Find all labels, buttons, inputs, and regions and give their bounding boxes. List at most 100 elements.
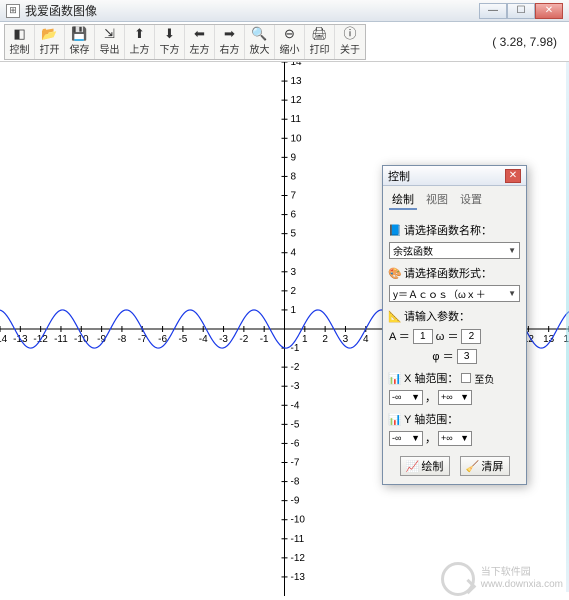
xrange-checkbox[interactable] xyxy=(461,373,471,383)
打开-icon: 📂 xyxy=(41,27,57,40)
clear-icon: 🧹 xyxy=(466,460,480,473)
tool-下方[interactable]: ⬇下方 xyxy=(155,25,185,59)
tool-保存[interactable]: 💾保存 xyxy=(65,25,95,59)
关于-icon: ⓘ xyxy=(343,27,356,40)
toolbar: ◧控制📂打开💾保存⇲导出⬆上方⬇下方⬅左方➡右方🔍放大⊖缩小🖨打印ⓘ关于 ( 3… xyxy=(0,22,569,62)
保存-icon: 💾 xyxy=(71,27,87,40)
tab-view[interactable]: 视图 xyxy=(423,190,451,210)
param-a-label: A ＝ xyxy=(389,328,410,344)
tool-右方[interactable]: ➡右方 xyxy=(215,25,245,59)
缩小-icon: ⊖ xyxy=(284,27,295,40)
maximize-button[interactable]: ☐ xyxy=(507,3,535,19)
paint-icon: 🎨 xyxy=(389,267,401,279)
param-phi-label: φ ＝ xyxy=(432,348,453,364)
放大-icon: 🔍 xyxy=(251,27,267,40)
svg-text:-12: -12 xyxy=(291,553,306,564)
control-panel: 控制 ✕ 绘制 视图 设置 📘请选择函数名称： 余弦函数▼ 🎨请选择函数形式： … xyxy=(382,165,527,485)
xrange-icon: 📊 xyxy=(389,372,401,384)
window-title: 我爱函数图像 xyxy=(25,2,479,19)
panel-title: 控制 xyxy=(388,168,505,184)
clear-button[interactable]: 🧹清屏 xyxy=(460,456,510,476)
svg-text:5: 5 xyxy=(291,229,297,240)
tool-控制[interactable]: ◧控制 xyxy=(5,25,35,59)
控制-icon: ◧ xyxy=(13,27,25,40)
tool-关于[interactable]: ⓘ关于 xyxy=(335,25,365,59)
svg-text:-11: -11 xyxy=(54,334,68,345)
svg-text:-2: -2 xyxy=(239,334,248,345)
tool-label: 右方 xyxy=(220,41,240,56)
tool-打印[interactable]: 🖨打印 xyxy=(305,25,335,59)
svg-text:-4: -4 xyxy=(199,334,208,345)
svg-text:-10: -10 xyxy=(291,515,306,526)
svg-text:3: 3 xyxy=(343,334,349,345)
func-form-select[interactable]: y＝Ａｃｏｓ（ωｘ＋▼ xyxy=(389,285,520,302)
x-range-label: X 轴范围： xyxy=(404,370,458,386)
tool-上方[interactable]: ⬆上方 xyxy=(125,25,155,59)
svg-text:-13: -13 xyxy=(291,572,306,583)
tool-打开[interactable]: 📂打开 xyxy=(35,25,65,59)
panel-close-button[interactable]: ✕ xyxy=(505,169,521,183)
title-bar: ⊞ 我爱函数图像 — ☐ ✕ xyxy=(0,0,569,22)
svg-text:-2: -2 xyxy=(291,362,300,373)
svg-text:-9: -9 xyxy=(291,496,300,507)
tool-label: 控制 xyxy=(10,41,30,56)
param-a-input[interactable] xyxy=(413,329,433,344)
func-name-select[interactable]: 余弦函数▼ xyxy=(389,242,520,259)
svg-text:-8: -8 xyxy=(291,477,300,488)
watermark-url: www.downxia.com xyxy=(481,579,563,591)
cursor-coords: ( 3.28, 7.98) xyxy=(492,35,565,49)
svg-text:1: 1 xyxy=(302,334,308,345)
y-to-select[interactable]: +∞▼ xyxy=(438,431,472,446)
y-range-label: Y 轴范围： xyxy=(404,411,458,427)
tool-label: 放大 xyxy=(250,41,270,56)
svg-text:4: 4 xyxy=(291,248,297,259)
yrange-icon: 📊 xyxy=(389,413,401,425)
svg-text:-3: -3 xyxy=(219,334,228,345)
svg-text:-7: -7 xyxy=(291,458,300,469)
tab-settings[interactable]: 设置 xyxy=(457,190,485,210)
watermark-logo xyxy=(441,562,475,596)
book-icon: 📘 xyxy=(389,224,401,236)
tool-label: 保存 xyxy=(70,41,90,56)
右方-icon: ➡ xyxy=(224,27,235,40)
svg-text:-3: -3 xyxy=(291,381,300,392)
svg-text:-4: -4 xyxy=(291,400,300,411)
draw-icon: 📈 xyxy=(406,460,420,473)
svg-text:3: 3 xyxy=(291,267,297,278)
func-name-label: 请选择函数名称： xyxy=(404,222,492,238)
app-icon: ⊞ xyxy=(6,4,20,18)
打印-icon: 🖨 xyxy=(311,27,328,40)
close-button[interactable]: ✕ xyxy=(535,3,563,19)
params-icon: 📐 xyxy=(389,310,401,322)
tool-左方[interactable]: ⬅左方 xyxy=(185,25,215,59)
svg-text:-8: -8 xyxy=(117,334,126,345)
svg-text:-11: -11 xyxy=(291,534,305,545)
tool-label: 打印 xyxy=(310,41,330,56)
watermark-brand: 当下软件园 xyxy=(481,567,563,579)
tool-label: 打开 xyxy=(40,41,60,56)
svg-text:-6: -6 xyxy=(291,438,300,449)
xrange-chk-label: 至负 xyxy=(474,371,494,386)
下方-icon: ⬇ xyxy=(164,27,175,40)
svg-text:9: 9 xyxy=(291,152,297,163)
minimize-button[interactable]: — xyxy=(479,3,507,19)
svg-text:12: 12 xyxy=(291,95,303,106)
x-from-select[interactable]: -∞▼ xyxy=(389,390,423,405)
svg-text:7: 7 xyxy=(291,191,297,202)
上方-icon: ⬆ xyxy=(134,27,145,40)
x-to-select[interactable]: +∞▼ xyxy=(438,390,472,405)
tool-label: 缩小 xyxy=(280,41,300,56)
svg-text:2: 2 xyxy=(291,286,297,297)
param-phi-input[interactable] xyxy=(457,349,477,364)
tool-放大[interactable]: 🔍放大 xyxy=(245,25,275,59)
y-from-select[interactable]: -∞▼ xyxy=(389,431,423,446)
tool-缩小[interactable]: ⊖缩小 xyxy=(275,25,305,59)
draw-button[interactable]: 📈绘制 xyxy=(400,456,450,476)
svg-text:2: 2 xyxy=(322,334,328,345)
tab-draw[interactable]: 绘制 xyxy=(389,190,417,210)
panel-titlebar[interactable]: 控制 ✕ xyxy=(383,166,526,186)
svg-text:-5: -5 xyxy=(291,419,300,430)
param-w-input[interactable] xyxy=(461,329,481,344)
tool-导出[interactable]: ⇲导出 xyxy=(95,25,125,59)
svg-text:8: 8 xyxy=(291,171,297,182)
